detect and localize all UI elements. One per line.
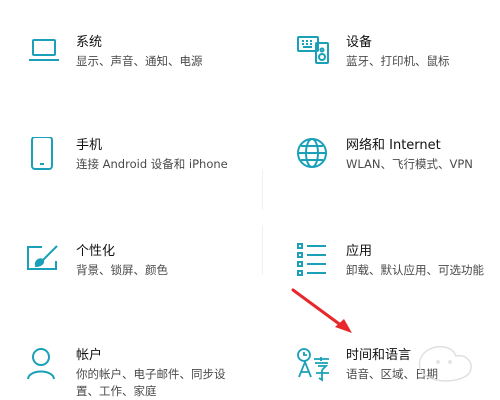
laptop-icon [26, 34, 62, 70]
tile-title: 时间和语言 [346, 348, 412, 363]
annotation-arrow [291, 288, 352, 333]
tile-devices[interactable]: 设备 蓝牙、打印机、鼠标 [296, 34, 496, 74]
tile-title: 系统 [76, 35, 103, 50]
tile-description: 背景、锁屏、颜色 [76, 263, 168, 277]
language-time-icon [296, 347, 332, 383]
tile-personalization[interactable]: 个性化 背景、锁屏、颜色 [26, 243, 246, 283]
tile-description-line-1: 你的帐户、电子邮件、同步设 [76, 367, 226, 381]
globe-icon [296, 137, 332, 173]
tile-description: WLAN、飞行模式、VPN [346, 157, 473, 171]
tile-accounts[interactable]: 帐户 你的帐户、电子邮件、同步设 置、工作、家庭 [26, 347, 256, 400]
tile-title: 个性化 [76, 244, 116, 259]
tile-description: 连接 Android 设备和 iPhone [76, 157, 228, 171]
tile-description: 蓝牙、打印机、鼠标 [346, 54, 450, 68]
tile-title: 应用 [346, 244, 373, 259]
tile-network[interactable]: 网络和 Internet WLAN、飞行模式、VPN [296, 137, 496, 177]
keyboard-speaker-icon [296, 34, 332, 70]
tile-apps[interactable]: 应用 卸载、默认应用、可选功能 [296, 243, 496, 283]
phone-icon [26, 137, 62, 173]
tile-description: 显示、声音、通知、电源 [76, 54, 203, 68]
list-icon [296, 243, 332, 279]
tile-description-line-2: 置、工作、家庭 [76, 384, 157, 398]
tile-description: 卸载、默认应用、可选功能 [346, 263, 484, 277]
tile-title: 帐户 [76, 348, 103, 363]
tile-phone[interactable]: 手机 连接 Android 设备和 iPhone [26, 137, 256, 177]
tile-title: 网络和 Internet [346, 138, 441, 153]
watermark-logo [418, 345, 472, 382]
tile-title: 手机 [76, 138, 103, 153]
person-icon [26, 347, 62, 383]
background-divider [262, 170, 263, 210]
background-divider [262, 225, 263, 275]
tile-system[interactable]: 系统 显示、声音、通知、电源 [26, 34, 246, 74]
paint-brush-icon [26, 243, 62, 279]
tile-title: 设备 [346, 35, 373, 50]
